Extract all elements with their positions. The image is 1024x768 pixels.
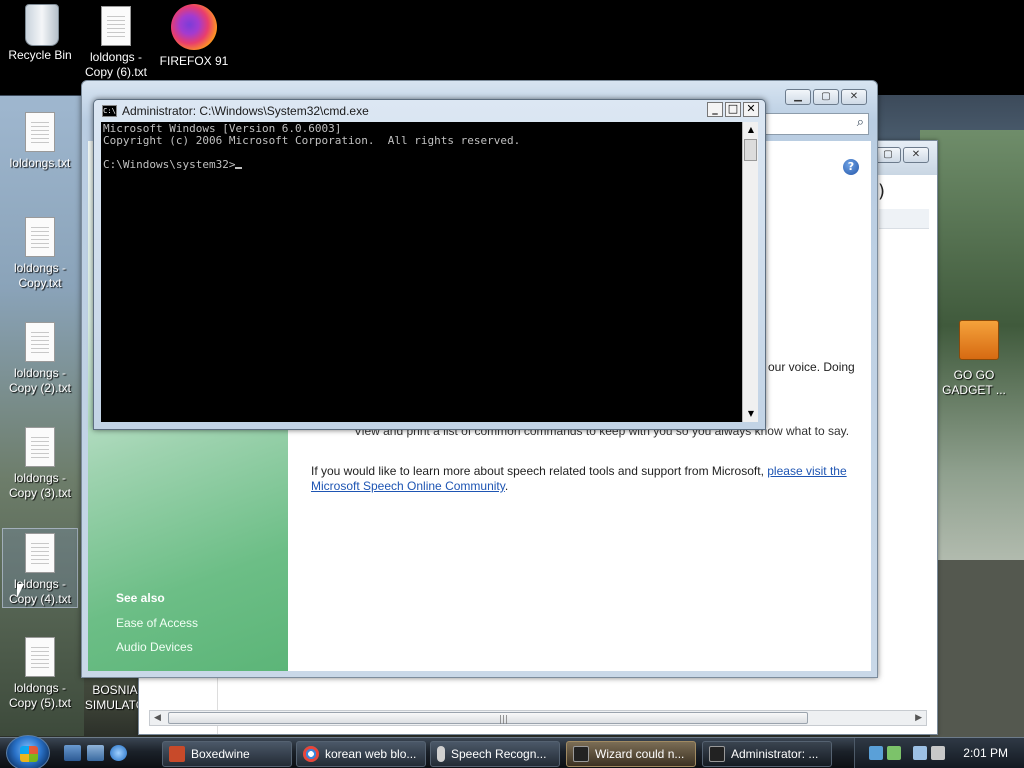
cmd-icon <box>709 746 725 762</box>
link-ease-of-access[interactable]: Ease of Access <box>116 616 198 630</box>
windows-logo-icon <box>20 746 38 762</box>
desktop-icon-loldongs-copy[interactable]: loldongs - Copy.txt <box>2 217 78 291</box>
desktop-icon-loldongs-copy-2[interactable]: loldongs - Copy (2).txt <box>2 322 78 396</box>
scroll-down-icon[interactable]: ▼ <box>743 406 759 422</box>
close-button[interactable]: ✕ <box>841 89 867 105</box>
close-button[interactable]: ✕ <box>743 102 759 117</box>
horizontal-scrollbar[interactable]: ◀ ||| ▶ <box>149 710 927 726</box>
taskbar-button-label: Speech Recogn... <box>451 747 547 761</box>
briefcase-icon <box>959 320 999 360</box>
body-text-fragment: our voice. Doing <box>768 360 855 374</box>
scroll-right-icon[interactable]: ▶ <box>915 713 922 723</box>
window-title: Administrator: C:\Windows\System32\cmd.e… <box>122 104 369 118</box>
volume-muted-icon[interactable] <box>931 746 945 760</box>
microphone-icon <box>437 746 445 762</box>
mouse-pointer <box>17 584 24 598</box>
desktop-icon-loldongs-copy-6[interactable]: loldongs - Copy (6).txt <box>78 6 154 80</box>
desktop-icon-label: GO GO GADGET ... <box>942 368 1006 397</box>
taskbar-button-administrator[interactable]: Administrator: ... <box>702 741 832 767</box>
cmd-icon: C:\ <box>102 105 117 117</box>
minimize-button[interactable]: _ <box>707 102 723 117</box>
taskbar-button-browser[interactable]: korean web blo... <box>296 741 426 767</box>
desktop-icon-label: loldongs - Copy (2).txt <box>8 366 71 395</box>
boxedwine-icon <box>169 746 185 762</box>
taskbar: Boxedwine korean web blo... Speech Recog… <box>0 735 1024 768</box>
window-title-bar[interactable]: C:\ Administrator: C:\Windows\System32\c… <box>102 103 369 119</box>
taskbar-button-label: Administrator: ... <box>731 747 819 761</box>
desktop-icon-gadget[interactable]: GO GO GADGET ... <box>936 320 1012 398</box>
desktop-icon-label: loldongs - Copy (3).txt <box>8 471 71 500</box>
desktop-icon-label: Recycle Bin <box>8 48 72 62</box>
maximize-button[interactable]: ▢ <box>875 147 901 163</box>
text-file-icon <box>25 533 55 573</box>
taskbar-button-boxedwine[interactable]: Boxedwine <box>162 741 292 767</box>
console-line: Copyright (c) 2006 Microsoft Corporation… <box>103 134 521 147</box>
desktop-icon-loldongs-copy-3[interactable]: loldongs - Copy (3).txt <box>2 427 78 501</box>
scroll-thumb[interactable]: ||| <box>168 712 808 725</box>
scroll-thumb[interactable] <box>744 139 757 161</box>
console-prompt-line: C:\Windows\system32> <box>103 159 740 171</box>
desktop-icon-label: loldongs.txt <box>9 156 71 170</box>
text-file-icon <box>25 637 55 677</box>
window-text-fragment: ) <box>877 181 885 202</box>
taskbar-button-label: Boxedwine <box>191 747 250 761</box>
desktop-icon-loldongs[interactable]: loldongs.txt <box>2 112 78 171</box>
learn-more-text: If you would like to learn more about sp… <box>311 464 764 478</box>
body-text-learn-more: If you would like to learn more about sp… <box>311 464 871 494</box>
taskbar-button-label: Wizard could n... <box>595 747 685 761</box>
maximize-button[interactable]: ▢ <box>813 89 839 105</box>
scroll-up-icon[interactable]: ▲ <box>743 122 759 138</box>
start-button[interactable] <box>6 735 50 768</box>
desktop-icon-loldongs-copy-4[interactable]: loldongs - Copy (4).txt <box>2 528 78 608</box>
firefox-icon <box>171 4 217 50</box>
text-file-icon <box>25 112 55 152</box>
wallpaper-road <box>930 560 1024 740</box>
network-icon[interactable] <box>869 746 883 760</box>
system-tray: 2:01 PM <box>854 738 1024 768</box>
cmd-icon <box>573 746 589 762</box>
taskbar-button-wizard[interactable]: Wizard could n... <box>566 741 696 767</box>
text-file-icon <box>25 322 55 362</box>
taskbar-button-label: korean web blo... <box>325 747 417 761</box>
text-file-icon <box>25 217 55 257</box>
search-icon[interactable]: ⌕ <box>857 115 864 130</box>
text-file-icon <box>101 6 131 46</box>
desktop-icon-firefox[interactable]: FIREFOX 91 <box>156 4 232 69</box>
scroll-left-icon[interactable]: ◀ <box>154 713 161 723</box>
recycle-bin-icon <box>25 4 59 46</box>
clock[interactable]: 2:01 PM <box>963 746 1008 760</box>
minimize-button[interactable]: ▁ <box>785 89 811 105</box>
text-cursor <box>235 167 243 169</box>
desktop-icon-loldongs-copy-5[interactable]: loldongs - Copy (5).txt <box>2 637 78 711</box>
close-button[interactable]: ✕ <box>903 147 929 163</box>
vertical-scrollbar[interactable]: ▲ ▼ <box>742 122 758 422</box>
window-header-band <box>879 209 929 229</box>
desktop-icon-label: loldongs - Copy.txt <box>13 261 67 290</box>
switch-windows-icon[interactable] <box>87 745 104 761</box>
link-audio-devices[interactable]: Audio Devices <box>116 640 198 654</box>
display-icon[interactable] <box>913 746 927 760</box>
help-icon[interactable]: ? <box>843 159 859 175</box>
cmd-window[interactable]: C:\ Administrator: C:\Windows\System32\c… <box>93 99 766 430</box>
see-also-heading: See also <box>116 591 165 605</box>
desktop-icon-label: loldongs - Copy (4).txt <box>8 577 71 606</box>
text-file-icon <box>25 427 55 467</box>
search-input[interactable]: ⌕ <box>762 113 869 135</box>
maximize-button[interactable]: □ <box>725 102 741 117</box>
tray-app-icon[interactable] <box>887 746 901 760</box>
desktop-icon-label: loldongs - Copy (5).txt <box>8 681 71 710</box>
desktop-icon-label: FIREFOX 91 <box>159 54 229 68</box>
period: . <box>504 479 509 493</box>
show-desktop-icon[interactable] <box>64 745 81 761</box>
desktop-icon-label: loldongs - Copy (6).txt <box>84 50 147 79</box>
console-prompt: C:\Windows\system32> <box>103 158 236 171</box>
desktop-icon-recycle-bin[interactable]: Recycle Bin <box>2 4 78 63</box>
taskbar-button-speech[interactable]: Speech Recogn... <box>430 741 560 767</box>
chrome-icon <box>303 746 319 762</box>
internet-explorer-icon[interactable] <box>110 745 127 761</box>
console-output[interactable]: Microsoft Windows [Version 6.0.6003] Copy… <box>101 122 742 422</box>
